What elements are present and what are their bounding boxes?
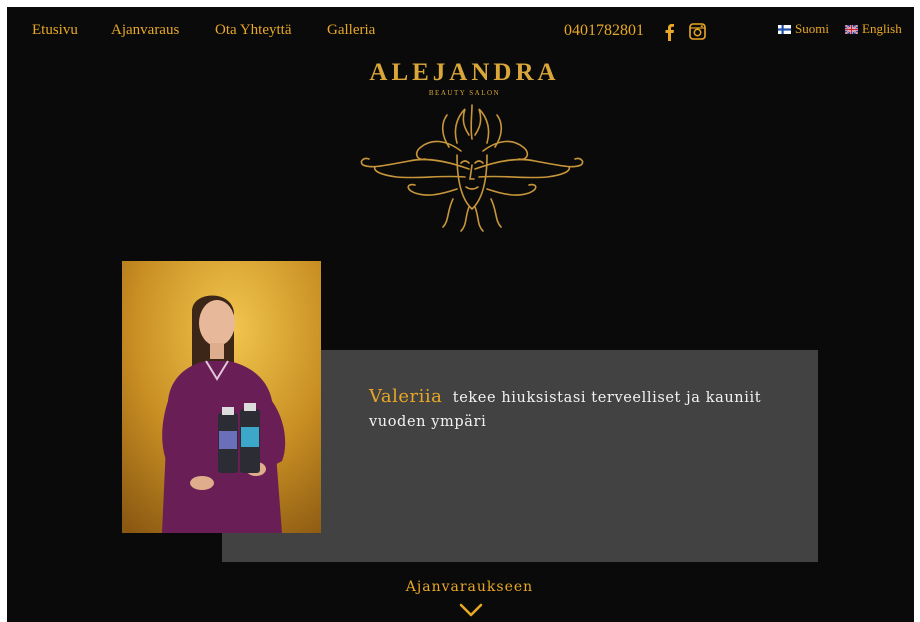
lang-suomi[interactable]: Suomi: [778, 21, 829, 37]
nav-galleria[interactable]: Galleria: [327, 22, 375, 39]
logo-title: ALEJANDRA: [369, 59, 560, 86]
hero-tagline: Valeriia tekee hiuksistasi terveelliset …: [369, 385, 789, 434]
nav-ajanvaraus[interactable]: Ajanvaraus: [111, 22, 179, 39]
lang-suomi-label: Suomi: [795, 21, 829, 36]
instagram-icon[interactable]: [689, 23, 706, 40]
stylist-name: Valeriia: [369, 386, 443, 407]
finland-flag-icon: [778, 24, 791, 34]
lang-english-label: English: [862, 21, 902, 36]
lang-english[interactable]: English: [845, 21, 902, 37]
nav-etusivu[interactable]: Etusivu: [32, 22, 78, 39]
stylist-photo: [122, 261, 321, 533]
logo-subtitle: BEAUTY SALON: [428, 89, 501, 97]
phone-number[interactable]: 0401782801: [564, 22, 644, 40]
nav-ota-yhteytta[interactable]: Ota Yhteyttä: [215, 22, 292, 39]
logo-emblem-icon: [360, 104, 584, 232]
facebook-icon[interactable]: [663, 23, 675, 41]
page: Etusivu Ajanvaraus Ota Yhteyttä Galleria…: [7, 7, 914, 622]
uk-flag-icon: [845, 24, 858, 34]
chevron-down-icon[interactable]: [459, 603, 483, 617]
booking-link[interactable]: Ajanvaraukseen: [367, 579, 572, 595]
